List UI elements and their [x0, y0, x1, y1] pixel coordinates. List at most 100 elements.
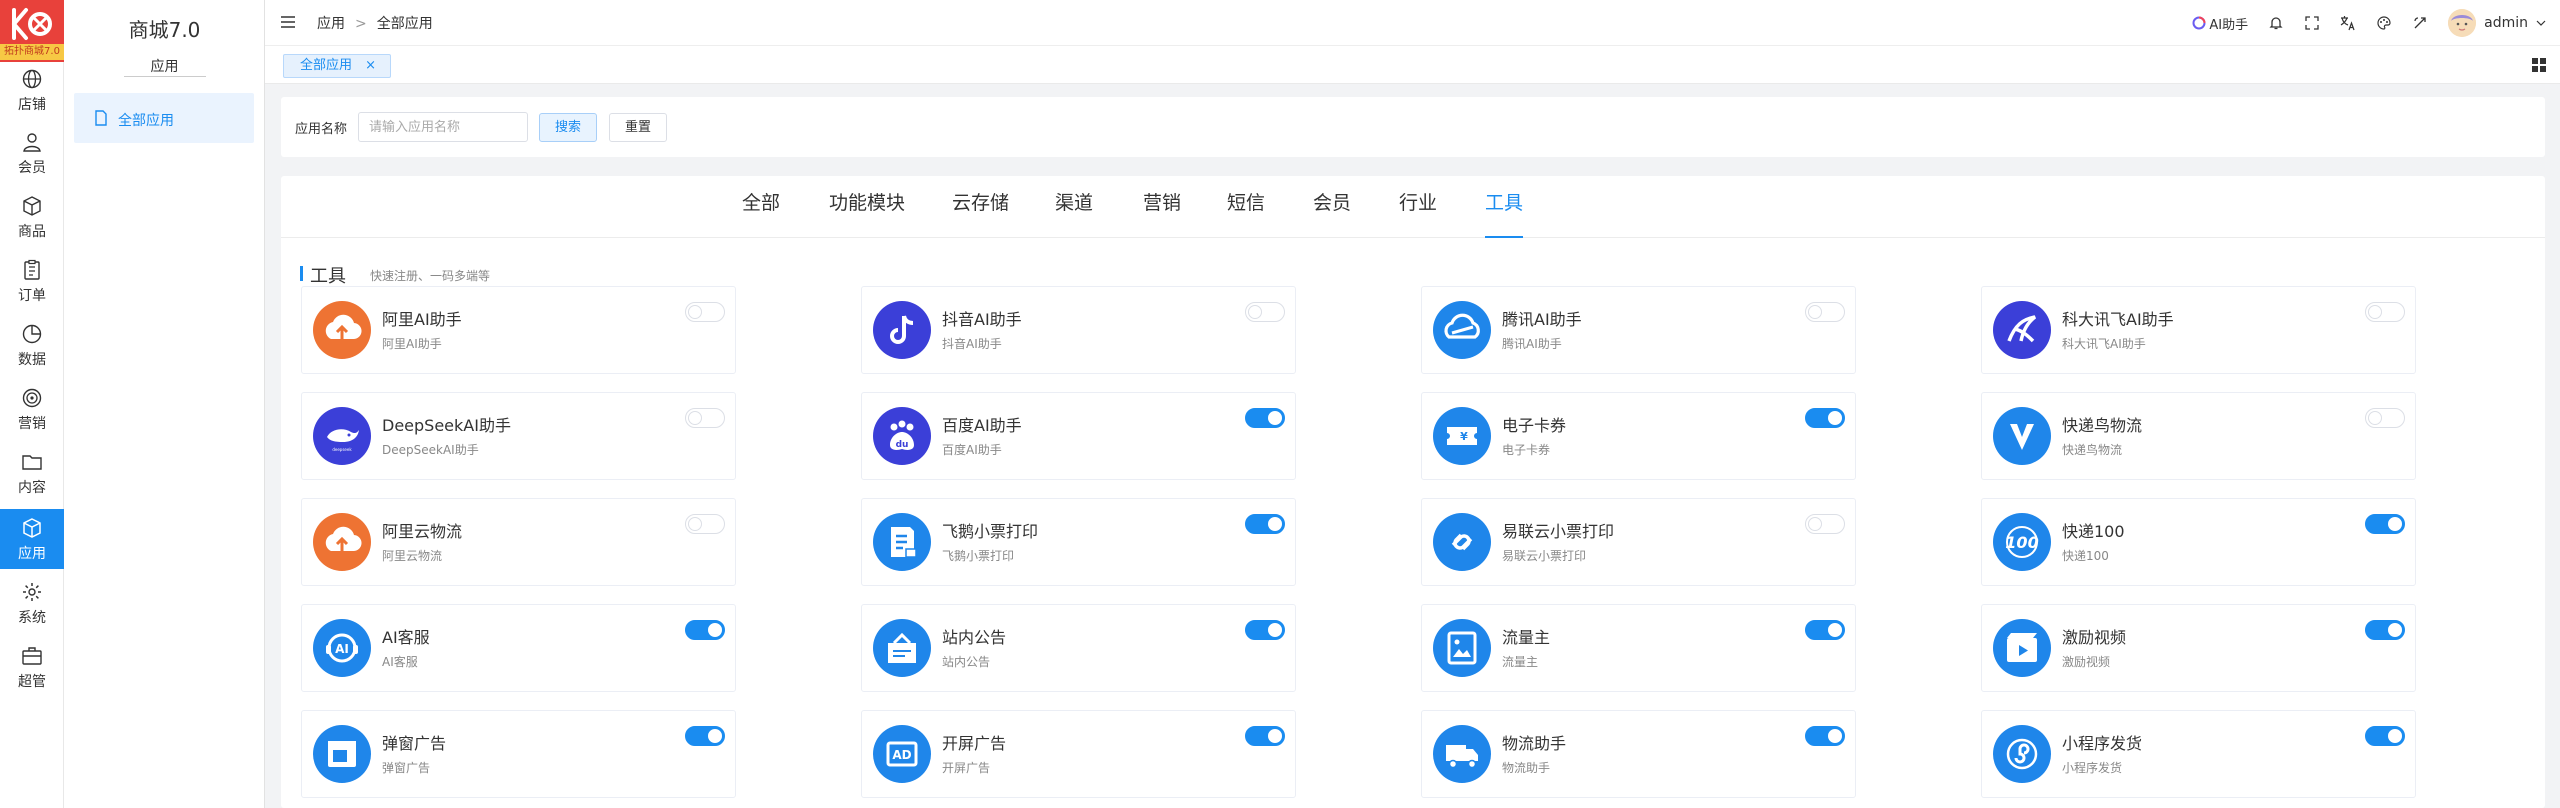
app-name-input[interactable] [358, 112, 528, 142]
app-enable-toggle[interactable] [2365, 408, 2405, 428]
app-description: 电子卡券 [1502, 443, 1551, 457]
app-enable-toggle[interactable] [1245, 408, 1285, 428]
app-enable-toggle[interactable] [1245, 620, 1285, 640]
app-card[interactable]: 弹窗广告 弹窗广告 [301, 710, 736, 798]
app-enable-toggle[interactable] [685, 408, 725, 428]
search-button[interactable]: 搜索 [539, 113, 597, 142]
app-enable-toggle[interactable] [1805, 408, 1845, 428]
app-card[interactable]: 站内公告 站内公告 [861, 604, 1296, 692]
app-card[interactable]: AD 开屏广告 开屏广告 [861, 710, 1296, 798]
translate-icon[interactable] [2340, 15, 2356, 31]
category-tab[interactable]: 行业 [1399, 188, 1437, 238]
tab-all-apps[interactable]: 全部应用 × [283, 54, 391, 78]
category-tab[interactable]: 短信 [1227, 188, 1265, 238]
rail-item-label: 系统 [18, 610, 46, 626]
app-enable-toggle[interactable] [685, 726, 725, 746]
folder-icon [22, 455, 42, 470]
box-icon [23, 196, 41, 216]
app-card[interactable]: du 百度AI助手 百度AI助手 [861, 392, 1296, 480]
grid-menu-icon[interactable] [2532, 58, 2546, 72]
category-tab[interactable]: 工具 [1485, 188, 1524, 238]
rail-item-2[interactable]: 会员 [0, 123, 64, 183]
app-enable-toggle[interactable] [685, 514, 725, 534]
toggle-knob [2368, 305, 2382, 319]
theme-icon[interactable] [2412, 15, 2428, 31]
breadcrumb-item[interactable]: 应用 [317, 16, 345, 32]
cube-icon [23, 518, 41, 538]
category-tab[interactable]: 会员 [1313, 188, 1351, 238]
app-card[interactable]: 流量主 流量主 [1421, 604, 1856, 692]
app-enable-toggle[interactable] [2365, 620, 2405, 640]
category-tab[interactable]: 营销 [1143, 188, 1181, 238]
category-tab[interactable]: 云存储 [952, 188, 1009, 238]
douyin-icon [890, 315, 914, 344]
app-enable-toggle[interactable] [685, 620, 725, 640]
ai-assistant-label: AI助手 [2209, 17, 2249, 33]
open-tabs-bar: 全部应用 × [265, 46, 2560, 84]
rail-item-1[interactable]: 店铺 [0, 60, 64, 120]
app-card[interactable]: AI AI客服 AI客服 [301, 604, 736, 692]
app-card[interactable]: 小程序发货 小程序发货 [1981, 710, 2416, 798]
rail-item-5[interactable]: 数据 [0, 315, 64, 375]
app-enable-toggle[interactable] [2365, 302, 2405, 322]
app-enable-toggle[interactable] [685, 302, 725, 322]
category-tab[interactable]: 全部 [742, 188, 780, 238]
app-card[interactable]: 快递鸟物流 快递鸟物流 [1981, 392, 2416, 480]
toggle-knob [1828, 411, 1842, 425]
app-card[interactable]: ¥ 电子卡券 电子卡券 [1421, 392, 1856, 480]
app-icon: AD [873, 725, 931, 783]
app-enable-toggle[interactable] [1805, 514, 1845, 534]
left-rail: 拓扑商城7.0 店铺 会员 商品 订单 数据 营销 内容应用系统超管 [0, 0, 64, 808]
submenu-item-all-apps[interactable]: 全部应用 [74, 93, 254, 143]
app-card[interactable]: 阿里AI助手 阿里AI助手 [301, 286, 736, 374]
app-enable-toggle[interactable] [1245, 302, 1285, 322]
document-icon [95, 110, 107, 126]
palette-icon[interactable] [2376, 15, 2392, 31]
app-enable-toggle[interactable] [1805, 620, 1845, 640]
svg-text:100: 100 [2005, 533, 2038, 552]
rail-item-8[interactable]: 应用 [0, 509, 64, 569]
rail-item-label: 应用 [18, 546, 46, 562]
rail-item-4[interactable]: 订单 [0, 251, 64, 311]
category-tab[interactable]: 渠道 [1055, 188, 1093, 238]
app-logo[interactable]: 拓扑商城7.0 [0, 0, 64, 62]
app-card[interactable]: 易联云小票打印 易联云小票打印 [1421, 498, 1856, 586]
menu-toggle-icon[interactable] [281, 16, 295, 28]
user-menu[interactable]: admin [2448, 9, 2546, 37]
rail-item-10[interactable]: 超管 [0, 637, 64, 697]
app-card[interactable]: 阿里云物流 阿里云物流 [301, 498, 736, 586]
username: admin [2484, 15, 2528, 31]
app-enable-toggle[interactable] [2365, 514, 2405, 534]
app-enable-toggle[interactable] [1805, 726, 1845, 746]
rail-item-3[interactable]: 商品 [0, 187, 64, 247]
tab-close-icon[interactable]: × [365, 55, 376, 77]
app-name: 阿里AI助手 [382, 310, 462, 329]
app-card[interactable]: 飞鹅小票打印 飞鹅小票打印 [861, 498, 1296, 586]
fullscreen-icon[interactable] [2304, 15, 2320, 31]
toggle-knob [1248, 305, 1262, 319]
rail-item-7[interactable]: 内容 [0, 443, 64, 503]
app-card[interactable]: 激励视频 激励视频 [1981, 604, 2416, 692]
app-card[interactable]: 抖音AI助手 抖音AI助手 [861, 286, 1296, 374]
rail-item-9[interactable]: 系统 [0, 573, 64, 633]
rail-item-6[interactable]: 营销 [0, 379, 64, 439]
submenu-section: 应用 [150, 59, 179, 75]
app-name: 快递鸟物流 [2062, 416, 2143, 435]
app-card[interactable]: 腾讯AI助手 腾讯AI助手 [1421, 286, 1856, 374]
app-icon [873, 619, 931, 677]
ai-assistant-button[interactable]: AI助手 [2192, 14, 2248, 33]
reset-button[interactable]: 重置 [609, 113, 667, 142]
app-card[interactable]: 100 快递100 快递100 [1981, 498, 2416, 586]
app-description: 腾讯AI助手 [1502, 337, 1562, 351]
app-card[interactable]: 科大讯飞AI助手 科大讯飞AI助手 [1981, 286, 2416, 374]
app-enable-toggle[interactable] [1805, 302, 1845, 322]
logo-mark-icon [12, 8, 52, 40]
category-tab[interactable]: 功能模块 [829, 188, 905, 238]
bell-icon[interactable] [2268, 15, 2284, 31]
app-description: 快递鸟物流 [2062, 443, 2123, 457]
app-enable-toggle[interactable] [2365, 726, 2405, 746]
app-card[interactable]: deepseek DeepSeekAI助手 DeepSeekAI助手 [301, 392, 736, 480]
app-enable-toggle[interactable] [1245, 726, 1285, 746]
app-enable-toggle[interactable] [1245, 514, 1285, 534]
app-card[interactable]: 物流助手 物流助手 [1421, 710, 1856, 798]
